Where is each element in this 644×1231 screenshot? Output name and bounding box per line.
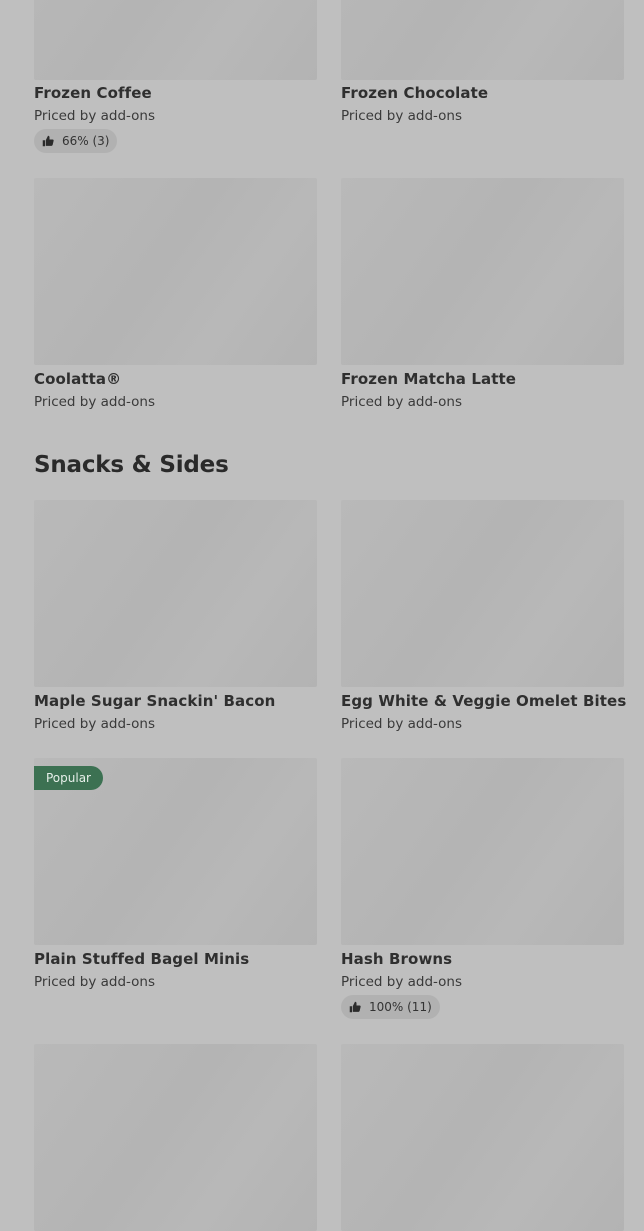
item-name: Maple Sugar Snackin' Bacon [34,692,276,710]
item-price: Priced by add-ons [34,716,156,732]
item-image[interactable] [341,758,624,945]
popular-badge: Popular [34,766,103,790]
item-name: Hash Browns [341,950,453,968]
item-price: Priced by add-ons [341,974,463,990]
item-name: Frozen Chocolate [341,84,489,102]
item-image[interactable] [34,178,317,365]
item-image[interactable] [341,1044,624,1231]
item-name: Frozen Matcha Latte [341,370,517,388]
rating-text: 66% (3) [62,134,110,148]
thumbs-up-icon [42,135,54,147]
rating-text: 100% (11) [369,1000,432,1014]
rating-pill: 100% (11) [341,995,440,1019]
item-name: Coolatta® [34,370,122,388]
item-image[interactable] [34,500,317,687]
item-price: Priced by add-ons [341,716,463,732]
item-image[interactable] [341,0,624,80]
item-image[interactable] [341,178,624,365]
item-price: Priced by add-ons [341,108,463,124]
item-price: Priced by add-ons [34,394,156,410]
item-price: Priced by add-ons [341,394,463,410]
item-image[interactable] [341,500,624,687]
rating-pill: 66% (3) [34,129,118,153]
item-name: Egg White & Veggie Omelet Bites [341,692,627,710]
item-price: Priced by add-ons [34,108,156,124]
item-price: Priced by add-ons [34,974,156,990]
thumbs-up-icon [349,1001,361,1013]
item-name: Plain Stuffed Bagel Minis [34,950,250,968]
section-title: Snacks & Sides [34,452,229,478]
item-image[interactable] [34,0,317,80]
item-name: Frozen Coffee [34,84,152,102]
item-image[interactable] [34,1044,317,1231]
